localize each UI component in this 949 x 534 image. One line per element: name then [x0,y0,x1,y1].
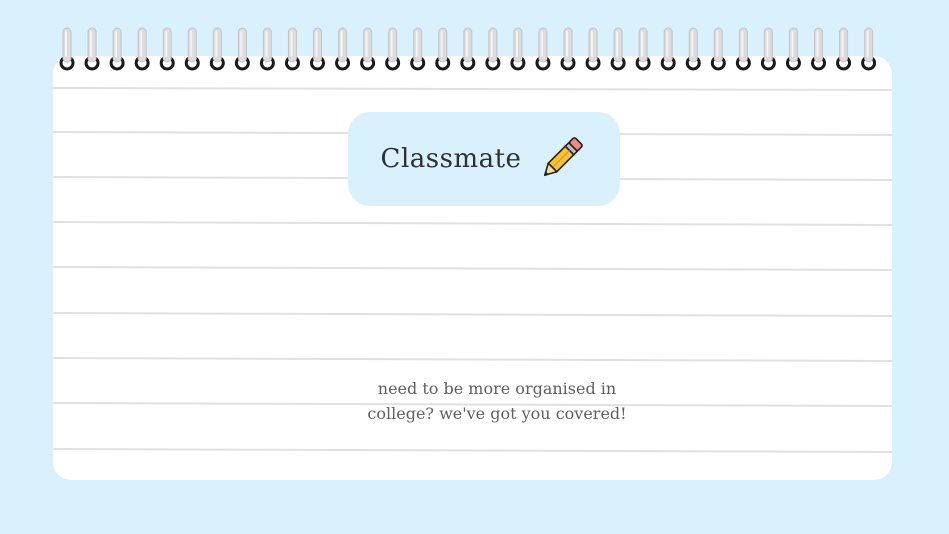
tagline-line-2: college? we've got you covered! [367,404,627,423]
tagline: need to be more organised in college? we… [300,376,694,426]
rule-line [53,312,892,317]
tagline-line-1: need to be more organised in [377,379,617,398]
pencil-icon [544,137,584,177]
rule-line [53,357,892,362]
title-card: Classmate [348,112,620,206]
rule-line [53,448,892,453]
title-text: Classmate [380,144,522,174]
rule-line [53,87,892,91]
rule-line [53,266,892,271]
rule-line [53,221,892,226]
